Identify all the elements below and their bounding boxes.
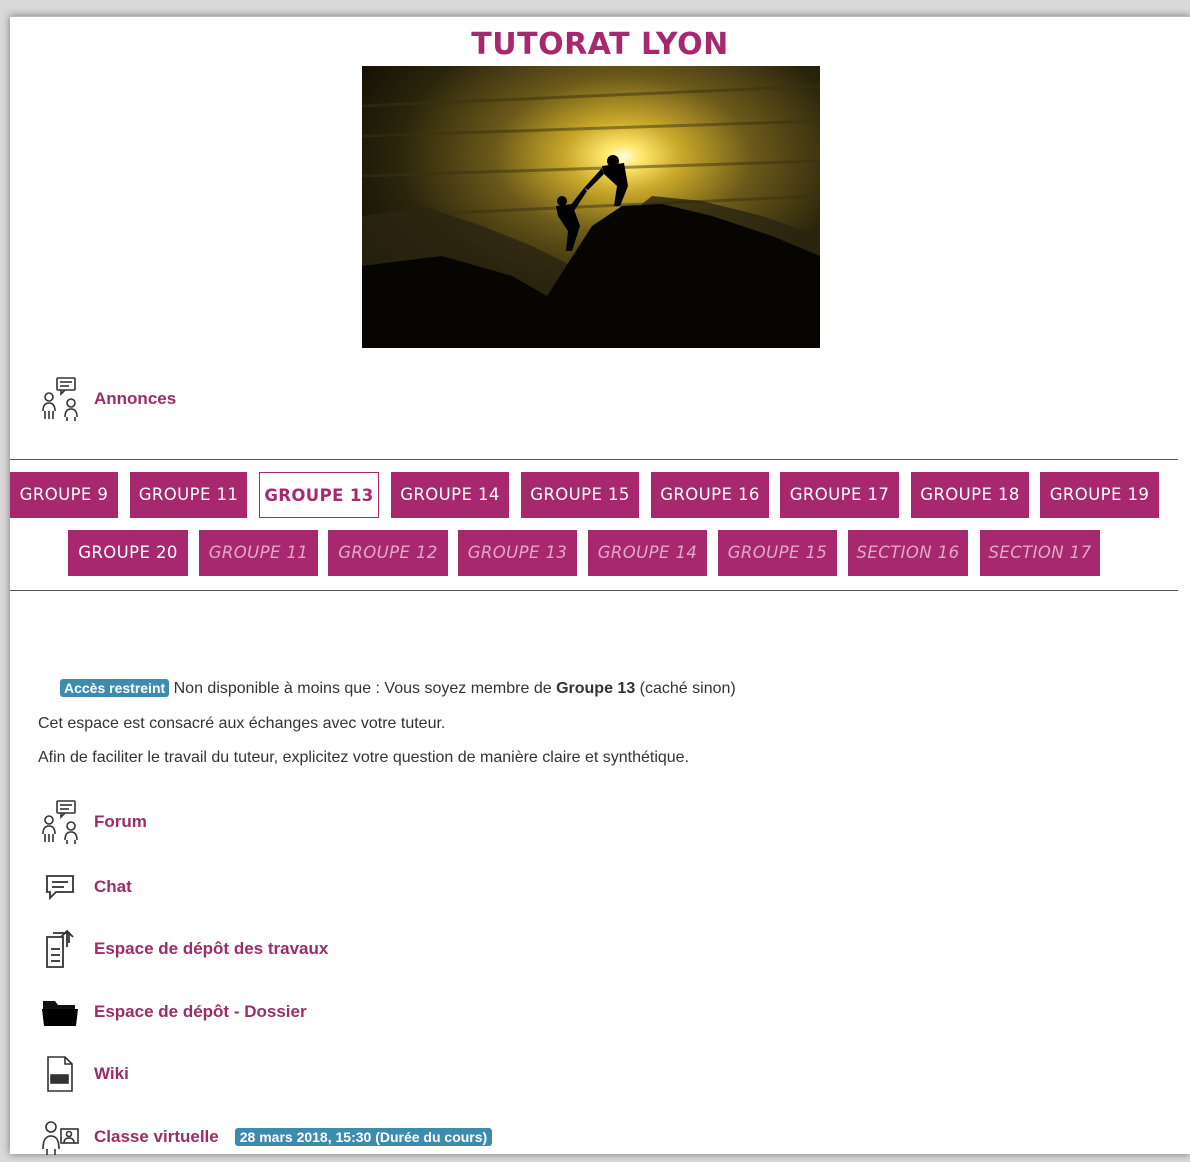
wiki-icon: [40, 1051, 80, 1097]
course-banner-image: [362, 66, 820, 348]
assignment-activity[interactable]: Espace de dépôt des travaux: [40, 924, 328, 974]
tab-groupe-13-hidden[interactable]: GROUPE 13: [458, 530, 577, 576]
wiki-activity[interactable]: Wiki: [40, 1049, 129, 1099]
tab-groupe-12-hidden[interactable]: GROUPE 12: [328, 530, 448, 576]
tab-groupe-18[interactable]: GROUPE 18: [911, 472, 1029, 518]
course-title: TUTORAT LYON: [471, 27, 729, 62]
tabs-bottom-divider: [10, 590, 1178, 591]
tab-groupe-15-hidden[interactable]: GROUPE 15: [718, 530, 837, 576]
tab-groupe-13-active[interactable]: GROUPE 13: [259, 472, 379, 518]
forum-icon: [40, 799, 80, 845]
folder-link[interactable]: Espace de dépôt - Dossier: [94, 1002, 307, 1022]
virtual-class-link[interactable]: Classe virtuelle: [94, 1127, 219, 1147]
announcements-link[interactable]: Annonces: [94, 389, 176, 409]
tabs-top-divider: [10, 459, 1178, 460]
announcements-activity[interactable]: Annonces: [40, 374, 176, 424]
course-page: TUTORAT LYON Annonces GROUPE 9 GROUPE 11…: [10, 16, 1190, 1155]
restriction-suffix: (caché sinon): [639, 680, 736, 697]
tab-groupe-20[interactable]: GROUPE 20: [68, 530, 188, 576]
assignment-link[interactable]: Espace de dépôt des travaux: [94, 939, 328, 959]
tab-groupe-11-hidden[interactable]: GROUPE 11: [199, 530, 318, 576]
virtual-class-activity[interactable]: Classe virtuelle 28 mars 2018, 15:30 (Du…: [40, 1112, 493, 1162]
folder-activity[interactable]: Espace de dépôt - Dossier: [40, 987, 307, 1037]
tab-groupe-17[interactable]: GROUPE 17: [780, 472, 899, 518]
forum-link[interactable]: Forum: [94, 812, 147, 832]
section-description-line-1: Cet espace est consacré aux échanges ave…: [38, 715, 446, 732]
tab-groupe-15[interactable]: GROUPE 15: [521, 472, 639, 518]
restriction-text: Non disponible à moins que : Vous soyez …: [173, 680, 552, 697]
tab-groupe-14-hidden[interactable]: GROUPE 14: [588, 530, 707, 576]
wiki-link[interactable]: Wiki: [94, 1064, 129, 1084]
tab-groupe-19[interactable]: GROUPE 19: [1040, 472, 1159, 518]
section-description-line-2: Afin de faciliter le travail du tuteur, …: [38, 749, 690, 766]
tab-groupe-16[interactable]: GROUPE 16: [651, 472, 769, 518]
tab-section-17-hidden[interactable]: SECTION 17: [980, 530, 1100, 576]
people-discussion-icon: [40, 376, 80, 422]
forum-activity[interactable]: Forum: [40, 797, 147, 847]
tab-groupe-9[interactable]: GROUPE 9: [10, 472, 118, 518]
assignment-upload-icon: [40, 926, 80, 972]
folder-icon: [40, 989, 80, 1035]
tab-groupe-14[interactable]: GROUPE 14: [391, 472, 509, 518]
chat-icon: [40, 864, 80, 910]
restriction-group: Groupe 13: [556, 680, 636, 697]
tab-section-16-hidden[interactable]: SECTION 16: [848, 530, 968, 576]
virtual-class-date-badge: 28 mars 2018, 15:30 (Durée du cours): [234, 1128, 493, 1146]
tab-groupe-11[interactable]: GROUPE 11: [130, 472, 247, 518]
access-restriction: Accès restreint Non disponible à moins q…: [60, 679, 736, 698]
virtual-class-icon: [40, 1114, 80, 1160]
restricted-badge: Accès restreint: [60, 679, 170, 697]
chat-activity[interactable]: Chat: [40, 862, 132, 912]
chat-link[interactable]: Chat: [94, 877, 132, 897]
